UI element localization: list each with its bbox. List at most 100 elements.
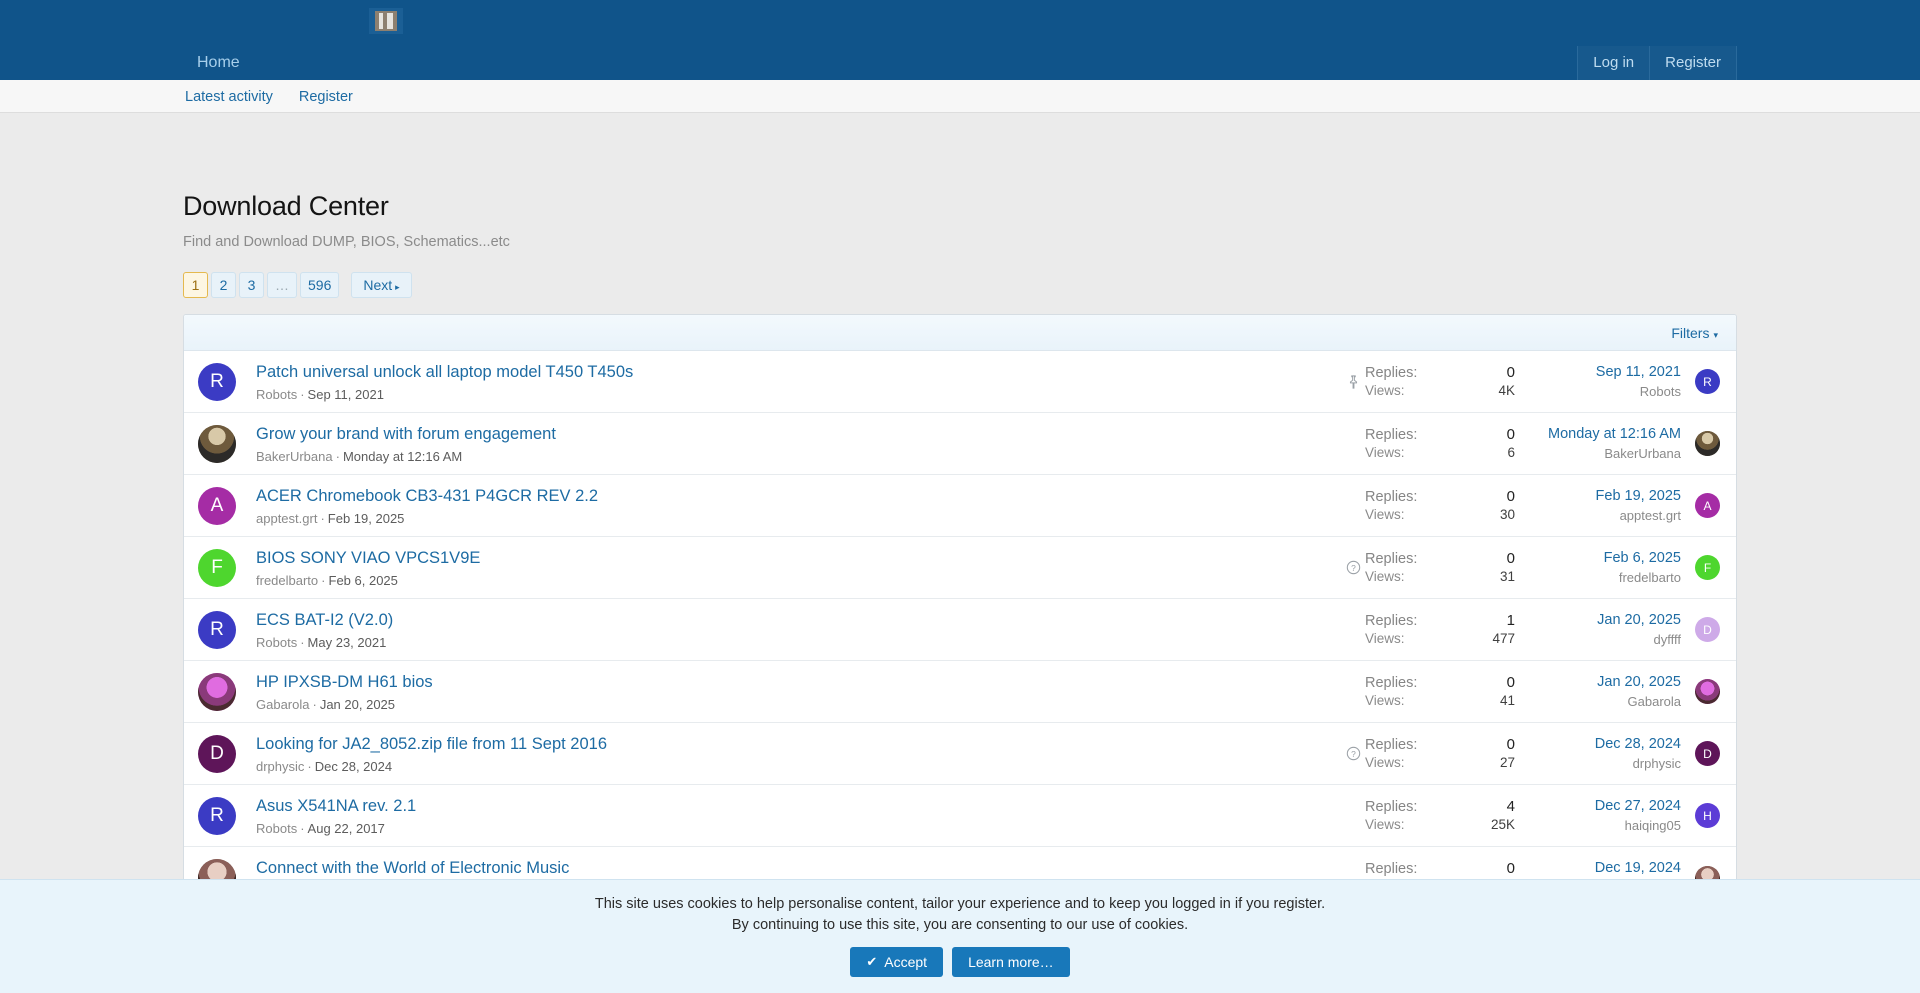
thread-author-link[interactable]: BakerUrbana [256,449,333,464]
thread-author-avatar[interactable]: F [198,548,236,587]
pagination-page-596[interactable]: 596 [300,272,340,298]
last-post-user-link[interactable]: dyffff [1515,631,1681,649]
stat-line-replies: Replies: 0 [1365,488,1515,506]
check-icon: ✔ [866,954,878,969]
thread-row[interactable]: R ECS BAT-I2 (V2.0) Robots · May 23, 2021 Rep… [184,599,1736,661]
thread-meta: drphysic · Dec 28, 2024 [256,759,1341,774]
last-post-date-link[interactable]: Dec 28, 2024 [1515,735,1681,753]
thread-meta: Robots · Aug 22, 2017 [256,821,1341,836]
last-post-avatar[interactable]: D [1695,617,1720,642]
thread-last-post: Dec 28, 2024 drphysic [1515,735,1695,773]
thread-author-link[interactable]: drphysic [256,759,304,774]
thread-author-link[interactable]: Robots [256,387,297,402]
site-logo[interactable] [368,4,404,38]
last-post-avatar[interactable]: H [1695,803,1720,828]
last-post-date-link[interactable]: Jan 20, 2025 [1515,611,1681,629]
nav-item-register[interactable]: Register [299,89,353,105]
last-post-avatar[interactable]: F [1695,555,1720,580]
thread-stats: Replies: 0 Views: 30 [1365,488,1515,524]
stat-label-replies: Replies: [1365,674,1418,691]
thread-author-link[interactable]: Robots [256,821,297,836]
stat-value-replies: 4 [1506,797,1515,815]
thread-title-link[interactable]: ECS BAT-I2 (V2.0) [256,610,393,630]
thread-main: HP IPXSB-DM H61 bios Gabarola · Jan 20, 202… [236,672,1341,712]
last-post-user-link[interactable]: Gabarola [1515,693,1681,711]
pagination-page-2[interactable]: 2 [211,272,236,298]
thread-title-link[interactable]: HP IPXSB-DM H61 bios [256,672,433,692]
thread-author-link[interactable]: fredelbarto [256,573,318,588]
thread-stats: Replies: 0 Views: 6 [1365,426,1515,462]
thread-author-avatar[interactable]: R [198,610,236,649]
thread-title-link[interactable]: Asus X541NA rev. 2.1 [256,796,416,816]
last-post-date-link[interactable]: Jan 20, 2025 [1515,673,1681,691]
last-post-date-link[interactable]: Feb 6, 2025 [1515,549,1681,567]
thread-row[interactable]: F BIOS SONY VIAO VPCS1V9E fredelbarto · Feb … [184,537,1736,599]
thread-author-link[interactable]: Gabarola [256,697,309,712]
last-post-user-link[interactable]: apptest.grt [1515,507,1681,525]
last-post-date-link[interactable]: Dec 19, 2024 [1515,859,1681,877]
last-post-date-link[interactable]: Sep 11, 2021 [1515,363,1681,381]
stat-value-replies: 0 [1506,425,1515,443]
stat-value-views: 31 [1499,568,1515,584]
thread-row[interactable]: R Patch universal unlock all laptop model… [184,351,1736,413]
stat-label-replies: Replies: [1365,550,1418,567]
thread-author-avatar[interactable]: R [198,796,236,835]
thread-author-link[interactable]: apptest.grt [256,511,317,526]
thread-row[interactable]: HP IPXSB-DM H61 bios Gabarola · Jan 20, 202… [184,661,1736,723]
nav-item-home[interactable]: Home [183,46,254,80]
log-in-button[interactable]: Log in [1577,46,1650,80]
last-post-user-link[interactable]: haiqing05 [1515,817,1681,835]
thread-title-link[interactable]: BIOS SONY VIAO VPCS1V9E [256,548,480,568]
last-post-user-link[interactable]: drphysic [1515,755,1681,773]
thread-start-date: May 23, 2021 [307,634,387,650]
meta-separator: · [321,572,326,588]
stat-line-replies: Replies: 0 [1365,674,1515,692]
register-button[interactable]: Register [1649,46,1737,80]
pagination-next-button[interactable]: Next ▸ [351,272,412,298]
last-post-date-link[interactable]: Feb 19, 2025 [1515,487,1681,505]
pagination-page-3[interactable]: 3 [239,272,264,298]
last-post-date-link[interactable]: Monday at 12:16 AM [1515,425,1681,443]
thread-main: Patch universal unlock all laptop model … [236,362,1341,402]
thread-title-link[interactable]: Patch universal unlock all laptop model … [256,362,633,382]
thread-stats: Replies: 0 Views: 4K [1365,364,1515,400]
last-post-avatar[interactable]: R [1695,369,1720,394]
nav-item-latest-activity[interactable]: Latest activity [185,89,273,105]
thread-row[interactable]: D Looking for JA2_8052.zip file from 11 S… [184,723,1736,785]
last-post-user-link[interactable]: fredelbarto [1515,569,1681,587]
stat-value-views: 41 [1499,692,1515,708]
thread-last-post: Sep 11, 2021 Robots [1515,363,1695,401]
cookie-accept-button[interactable]: ✔ Accept [850,947,944,977]
last-post-avatar[interactable] [1695,431,1720,456]
thread-author-avatar[interactable] [198,424,236,463]
thread-author-avatar[interactable] [198,672,236,711]
cookie-learn-more-button[interactable]: Learn more… [952,947,1070,977]
thread-author-avatar[interactable]: A [198,486,236,525]
thread-row[interactable]: A ACER Chromebook CB3-431 P4GCR REV 2.2 ap… [184,475,1736,537]
stat-value-replies: 0 [1506,363,1515,381]
thread-row[interactable]: R Asus X541NA rev. 2.1 Robots · Aug 22, 2017… [184,785,1736,847]
last-post-date-link[interactable]: Dec 27, 2024 [1515,797,1681,815]
thread-title-link[interactable]: Connect with the World of Electronic Mus… [256,858,569,878]
thread-author-link[interactable]: Robots [256,635,297,650]
thread-start-date: Feb 6, 2025 [328,572,398,588]
last-post-user-link[interactable]: Robots [1515,383,1681,401]
avatar-initial: R [210,804,224,826]
stat-line-replies: Replies: 0 [1365,426,1515,444]
thread-author-avatar[interactable]: D [198,734,236,773]
last-post-avatar[interactable] [1695,679,1720,704]
last-post-avatar[interactable]: A [1695,493,1720,518]
stat-line-views: Views: 31 [1365,568,1515,586]
thread-title-link[interactable]: ACER Chromebook CB3-431 P4GCR REV 2.2 [256,486,598,506]
last-post-user-link[interactable]: BakerUrbana [1515,445,1681,463]
pagination-page-1[interactable]: 1 [183,272,208,298]
filters-button[interactable]: Filters ▾ [1671,325,1718,341]
thread-author-avatar[interactable]: R [198,362,236,401]
last-post-avatar[interactable]: D [1695,741,1720,766]
thread-title-link[interactable]: Looking for JA2_8052.zip file from 11 Se… [256,734,607,754]
thread-row[interactable]: Grow your brand with forum engagement Bak… [184,413,1736,475]
thread-title-link[interactable]: Grow your brand with forum engagement [256,424,556,444]
stat-value-views: 477 [1492,630,1515,646]
thread-main: Asus X541NA rev. 2.1 Robots · Aug 22, 2017 [236,796,1341,836]
cookie-learn-more-label: Learn more… [968,954,1054,970]
